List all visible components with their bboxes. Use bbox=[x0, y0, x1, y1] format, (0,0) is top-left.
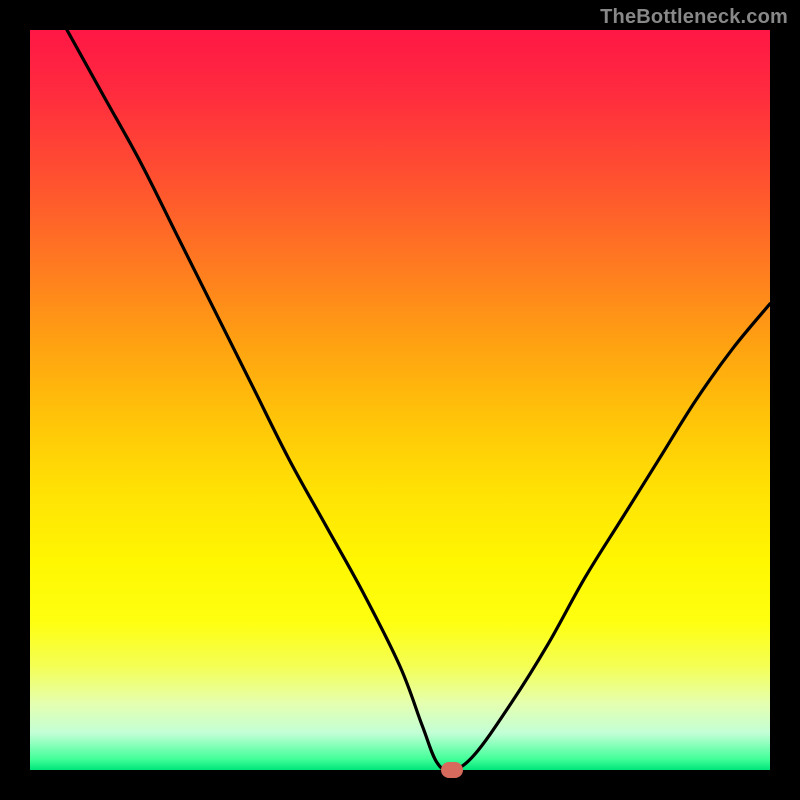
watermark-text: TheBottleneck.com bbox=[600, 6, 788, 29]
optimum-marker bbox=[441, 762, 463, 778]
bottleneck-chart bbox=[30, 30, 770, 770]
curve-svg bbox=[30, 30, 770, 770]
bottleneck-curve-path bbox=[67, 30, 770, 770]
